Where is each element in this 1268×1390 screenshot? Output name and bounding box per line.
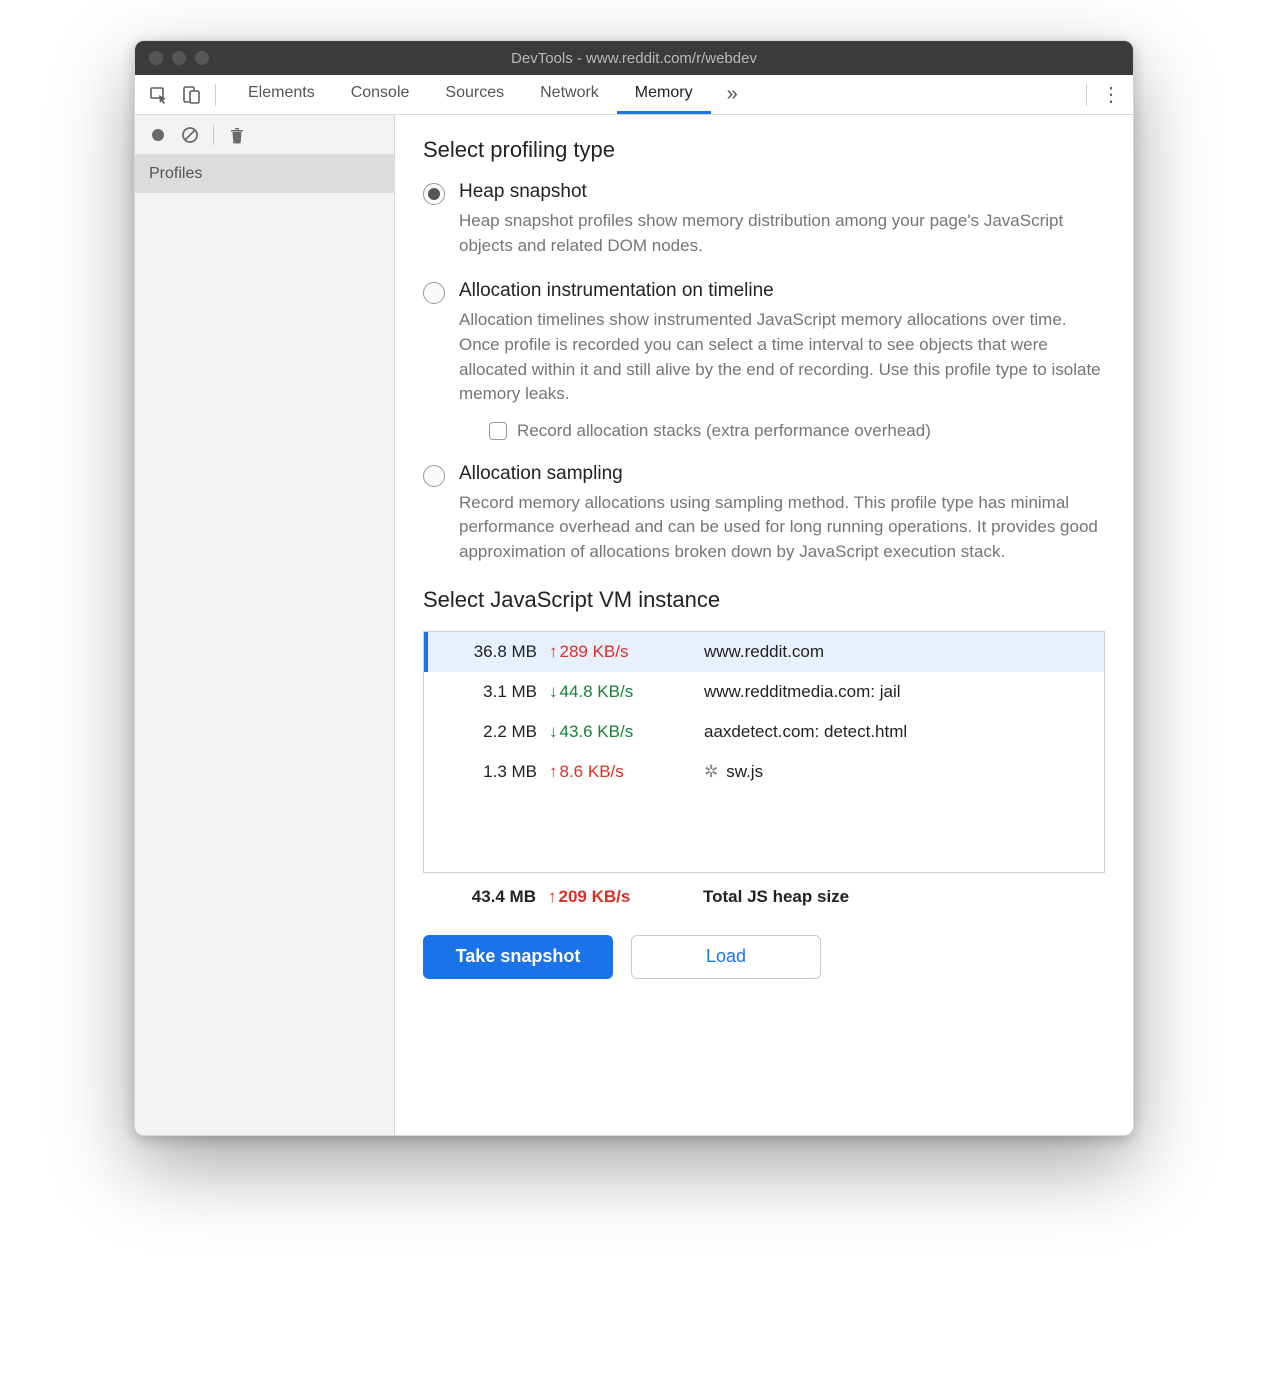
tab-console[interactable]: Console <box>333 75 428 114</box>
vm-name: aaxdetect.com: detect.html <box>684 722 1094 742</box>
devtools-toolbar: ElementsConsoleSourcesNetworkMemory » ⋮ <box>135 75 1133 115</box>
zoom-window-button[interactable] <box>195 51 209 65</box>
inspect-element-icon[interactable] <box>145 81 173 109</box>
vm-rate: ↓44.8 KB/s <box>549 682 684 702</box>
arrow-up-icon: ↑ <box>548 887 557 907</box>
record-stacks-label: Record allocation stacks (extra performa… <box>517 421 931 441</box>
window-title: DevTools - www.reddit.com/r/webdev <box>135 50 1133 67</box>
record-stacks-checkbox[interactable] <box>489 422 507 440</box>
vm-instance-row[interactable]: 2.2 MB↓43.6 KB/saaxdetect.com: detect.ht… <box>424 712 1104 752</box>
vm-rate: ↓43.6 KB/s <box>549 722 684 742</box>
divider <box>215 84 216 106</box>
clear-icon[interactable] <box>177 122 203 148</box>
profiles-sidebar: Profiles <box>135 115 395 1135</box>
window-controls <box>149 51 209 65</box>
vm-instance-row[interactable]: 36.8 MB↑289 KB/swww.reddit.com <box>424 632 1104 672</box>
tab-memory[interactable]: Memory <box>617 75 711 114</box>
profiling-option-desc: Heap snapshot profiles show memory distr… <box>459 209 1105 258</box>
vm-rate: ↑8.6 KB/s <box>549 762 684 782</box>
profiling-option: Heap snapshot Heap snapshot profiles show… <box>423 181 1105 258</box>
close-window-button[interactable] <box>149 51 163 65</box>
profiling-option-title: Heap snapshot <box>459 181 1105 203</box>
record-stacks-row: Record allocation stacks (extra performa… <box>489 421 1105 441</box>
vm-size: 36.8 MB <box>424 642 549 662</box>
vm-name: www.reddit.com <box>684 642 1094 662</box>
memory-panel-main: Select profiling type Heap snapshotHeap … <box>395 115 1133 1135</box>
panel-body: Profiles Select profiling type Heap snap… <box>135 115 1133 1135</box>
load-button[interactable]: Load <box>631 935 821 979</box>
vm-name: www.redditmedia.com: jail <box>684 682 1094 702</box>
table-empty-space <box>424 792 1104 872</box>
minimize-window-button[interactable] <box>172 51 186 65</box>
gear-icon: ✲ <box>704 762 718 782</box>
total-size: 43.4 MB <box>423 887 548 907</box>
vm-name: ✲sw.js <box>684 762 1094 782</box>
tab-network[interactable]: Network <box>522 75 617 114</box>
vm-size: 3.1 MB <box>424 682 549 702</box>
profiling-option-desc: Record memory allocations using sampling… <box>459 491 1105 565</box>
arrow-up-icon: ↑ <box>549 762 558 782</box>
action-buttons: Take snapshot Load <box>423 935 1105 979</box>
divider <box>213 125 214 145</box>
delete-icon[interactable] <box>224 122 250 148</box>
sidebar-section-profiles[interactable]: Profiles <box>135 155 394 193</box>
vm-rate: ↑289 KB/s <box>549 642 684 662</box>
profiling-radio[interactable] <box>423 282 445 304</box>
record-icon[interactable] <box>145 122 171 148</box>
total-label: Total JS heap size <box>683 887 1095 907</box>
sidebar-toolbar <box>135 115 394 155</box>
profiling-option-desc: Allocation timelines show instrumented J… <box>459 308 1105 407</box>
tab-sources[interactable]: Sources <box>427 75 522 114</box>
vm-size: 2.2 MB <box>424 722 549 742</box>
settings-menu-icon[interactable]: ⋮ <box>1097 82 1125 107</box>
totals-row: 43.4 MB ↑209 KB/s Total JS heap size <box>423 873 1105 921</box>
arrow-up-icon: ↑ <box>549 642 558 662</box>
profiling-radio[interactable] <box>423 183 445 205</box>
arrow-down-icon: ↓ <box>549 722 558 742</box>
devtools-window: DevTools - www.reddit.com/r/webdev Eleme… <box>134 40 1134 1136</box>
profiling-option: Allocation sampling Record memory allocat… <box>423 463 1105 565</box>
total-rate: ↑209 KB/s <box>548 887 683 907</box>
profiling-option: Allocation instrumentation on timeline Al… <box>423 280 1105 441</box>
vm-instance-row[interactable]: 1.3 MB↑8.6 KB/s✲sw.js <box>424 752 1104 792</box>
window-titlebar: DevTools - www.reddit.com/r/webdev <box>135 41 1133 75</box>
take-snapshot-button[interactable]: Take snapshot <box>423 935 613 979</box>
profiling-option-title: Allocation instrumentation on timeline <box>459 280 1105 302</box>
vm-instance-heading: Select JavaScript VM instance <box>423 587 1105 613</box>
vm-instance-row[interactable]: 3.1 MB↓44.8 KB/swww.redditmedia.com: jai… <box>424 672 1104 712</box>
vm-size: 1.3 MB <box>424 762 549 782</box>
tab-elements[interactable]: Elements <box>230 75 333 114</box>
panel-tabs: ElementsConsoleSourcesNetworkMemory <box>230 75 711 114</box>
vm-instance-table: 36.8 MB↑289 KB/swww.reddit.com3.1 MB↓44.… <box>423 631 1105 873</box>
more-tabs-icon[interactable]: » <box>721 83 744 106</box>
profiling-type-heading: Select profiling type <box>423 137 1105 163</box>
profiling-radio[interactable] <box>423 465 445 487</box>
profiling-option-title: Allocation sampling <box>459 463 1105 485</box>
arrow-down-icon: ↓ <box>549 682 558 702</box>
device-toolbar-icon[interactable] <box>177 81 205 109</box>
divider <box>1086 84 1087 106</box>
